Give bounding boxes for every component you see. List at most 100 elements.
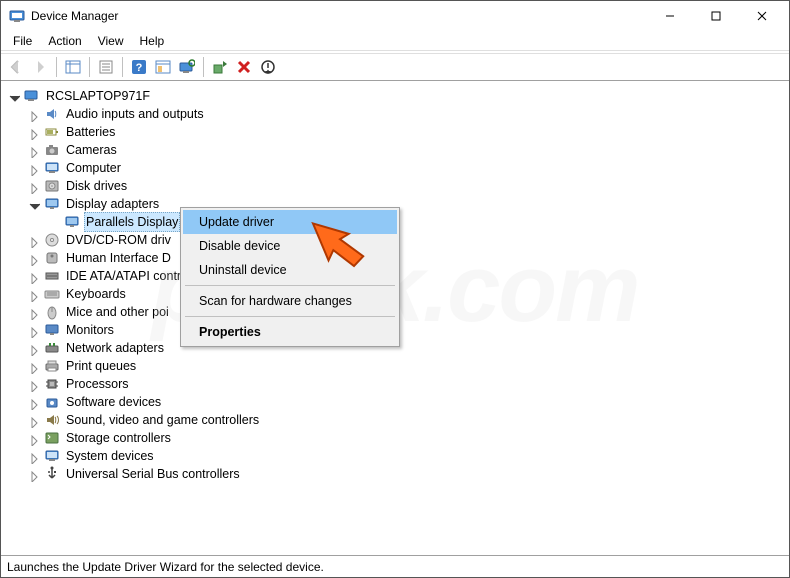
- toolbar-separator: [89, 57, 90, 77]
- toolbar-separator: [203, 57, 204, 77]
- expander-icon[interactable]: [29, 145, 40, 156]
- audio-icon: [44, 106, 60, 122]
- tree-node-label: Network adapters: [64, 339, 166, 357]
- expander-icon[interactable]: [29, 415, 40, 426]
- toolbar-disable-button[interactable]: [257, 56, 279, 78]
- usb-icon: [44, 466, 60, 482]
- software-icon: [44, 394, 60, 410]
- tree-node-label: Human Interface D: [64, 249, 173, 267]
- tree-category-node[interactable]: Storage controllers: [5, 429, 785, 447]
- menu-help[interactable]: Help: [132, 32, 173, 50]
- window-title: Device Manager: [31, 9, 118, 23]
- expander-icon[interactable]: [29, 127, 40, 138]
- expander-icon[interactable]: [29, 325, 40, 336]
- expander-icon[interactable]: [29, 181, 40, 192]
- tree-node-label: Audio inputs and outputs: [64, 105, 206, 123]
- ctx-properties[interactable]: Properties: [183, 320, 397, 344]
- expander-icon[interactable]: [29, 253, 40, 264]
- toolbar-show-hide-tree-button[interactable]: [62, 56, 84, 78]
- disk-icon: [44, 178, 60, 194]
- system-icon: [44, 448, 60, 464]
- tree-node-label: Display adapters: [64, 195, 161, 213]
- tree-node-label: Mice and other poi: [64, 303, 171, 321]
- toolbar-uninstall-button[interactable]: [233, 56, 255, 78]
- expander-icon[interactable]: [9, 91, 20, 102]
- tree-node-label: Batteries: [64, 123, 117, 141]
- expander-icon[interactable]: [29, 361, 40, 372]
- menubar: File Action View Help: [1, 31, 789, 51]
- tree-node-label: Cameras: [64, 141, 119, 159]
- network-icon: [44, 340, 60, 356]
- toolbar: ?: [1, 53, 789, 81]
- display-icon: [64, 214, 80, 230]
- toolbar-action-button[interactable]: [152, 56, 174, 78]
- titlebar: Device Manager: [1, 1, 789, 31]
- tree-node-label: Universal Serial Bus controllers: [64, 465, 242, 483]
- device-tree-pane[interactable]: RCSLAPTOP971F Audio inputs and outputs B…: [1, 81, 789, 545]
- storage-icon: [44, 430, 60, 446]
- tree-category-node[interactable]: Computer: [5, 159, 785, 177]
- keyboard-icon: [44, 286, 60, 302]
- toolbar-back-button[interactable]: [5, 56, 27, 78]
- battery-icon: [44, 124, 60, 140]
- expander-icon[interactable]: [29, 433, 40, 444]
- close-button[interactable]: [739, 1, 785, 31]
- menu-action[interactable]: Action: [40, 32, 89, 50]
- expander-icon[interactable]: [29, 271, 40, 282]
- menu-file[interactable]: File: [5, 32, 40, 50]
- tree-node-label: RCSLAPTOP971F: [44, 87, 152, 105]
- expander-icon[interactable]: [29, 469, 40, 480]
- statusbar: Launches the Update Driver Wizard for th…: [1, 555, 789, 577]
- expander-icon[interactable]: [29, 289, 40, 300]
- menu-view[interactable]: View: [90, 32, 132, 50]
- expander-icon[interactable]: [29, 199, 40, 210]
- tree-node-label: Computer: [64, 159, 123, 177]
- toolbar-forward-button[interactable]: [29, 56, 51, 78]
- tree-category-node[interactable]: Disk drives: [5, 177, 785, 195]
- toolbar-properties-button[interactable]: [95, 56, 117, 78]
- tree-category-node[interactable]: Cameras: [5, 141, 785, 159]
- printer-icon: [44, 358, 60, 374]
- tree-node-label: Storage controllers: [64, 429, 173, 447]
- computer-icon: [44, 160, 60, 176]
- minimize-button[interactable]: [647, 1, 693, 31]
- expander-icon[interactable]: [29, 163, 40, 174]
- tree-category-node[interactable]: Software devices: [5, 393, 785, 411]
- tree-category-node[interactable]: Universal Serial Bus controllers: [5, 465, 785, 483]
- tree-node-label: IDE ATA/ATAPI contr: [64, 267, 183, 285]
- toolbar-scan-button[interactable]: [176, 56, 198, 78]
- camera-icon: [44, 142, 60, 158]
- tree-node-label: DVD/CD-ROM driv: [64, 231, 173, 249]
- expander-icon[interactable]: [29, 343, 40, 354]
- svg-text:?: ?: [136, 62, 143, 74]
- tree-category-node[interactable]: System devices: [5, 447, 785, 465]
- tree-category-node[interactable]: Processors: [5, 375, 785, 393]
- toolbar-help-button[interactable]: ?: [128, 56, 150, 78]
- expander-icon[interactable]: [29, 397, 40, 408]
- expander-icon[interactable]: [29, 379, 40, 390]
- tree-category-node[interactable]: Print queues: [5, 357, 785, 375]
- tree-node-label: Keyboards: [64, 285, 128, 303]
- tree-node-label: Sound, video and game controllers: [64, 411, 261, 429]
- tree-node-label: Disk drives: [64, 177, 129, 195]
- tree-root-node[interactable]: RCSLAPTOP971F: [5, 87, 785, 105]
- expander-icon[interactable]: [29, 235, 40, 246]
- toolbar-update-button[interactable]: [209, 56, 231, 78]
- display-icon: [44, 196, 60, 212]
- ctx-scan-hardware[interactable]: Scan for hardware changes: [183, 289, 397, 313]
- monitor-icon: [44, 322, 60, 338]
- expander-icon[interactable]: [29, 451, 40, 462]
- ctx-separator: [185, 285, 395, 286]
- tree-category-node[interactable]: Batteries: [5, 123, 785, 141]
- mouse-icon: [44, 304, 60, 320]
- tree-node-label: Parallels Display: [84, 212, 180, 232]
- tree-category-node[interactable]: Audio inputs and outputs: [5, 105, 785, 123]
- tree-node-label: Monitors: [64, 321, 116, 339]
- maximize-button[interactable]: [693, 1, 739, 31]
- tree-category-node[interactable]: Sound, video and game controllers: [5, 411, 785, 429]
- expander-icon[interactable]: [29, 109, 40, 120]
- hid-icon: [44, 250, 60, 266]
- cpu-icon: [44, 376, 60, 392]
- ctx-separator: [185, 316, 395, 317]
- expander-icon[interactable]: [29, 307, 40, 318]
